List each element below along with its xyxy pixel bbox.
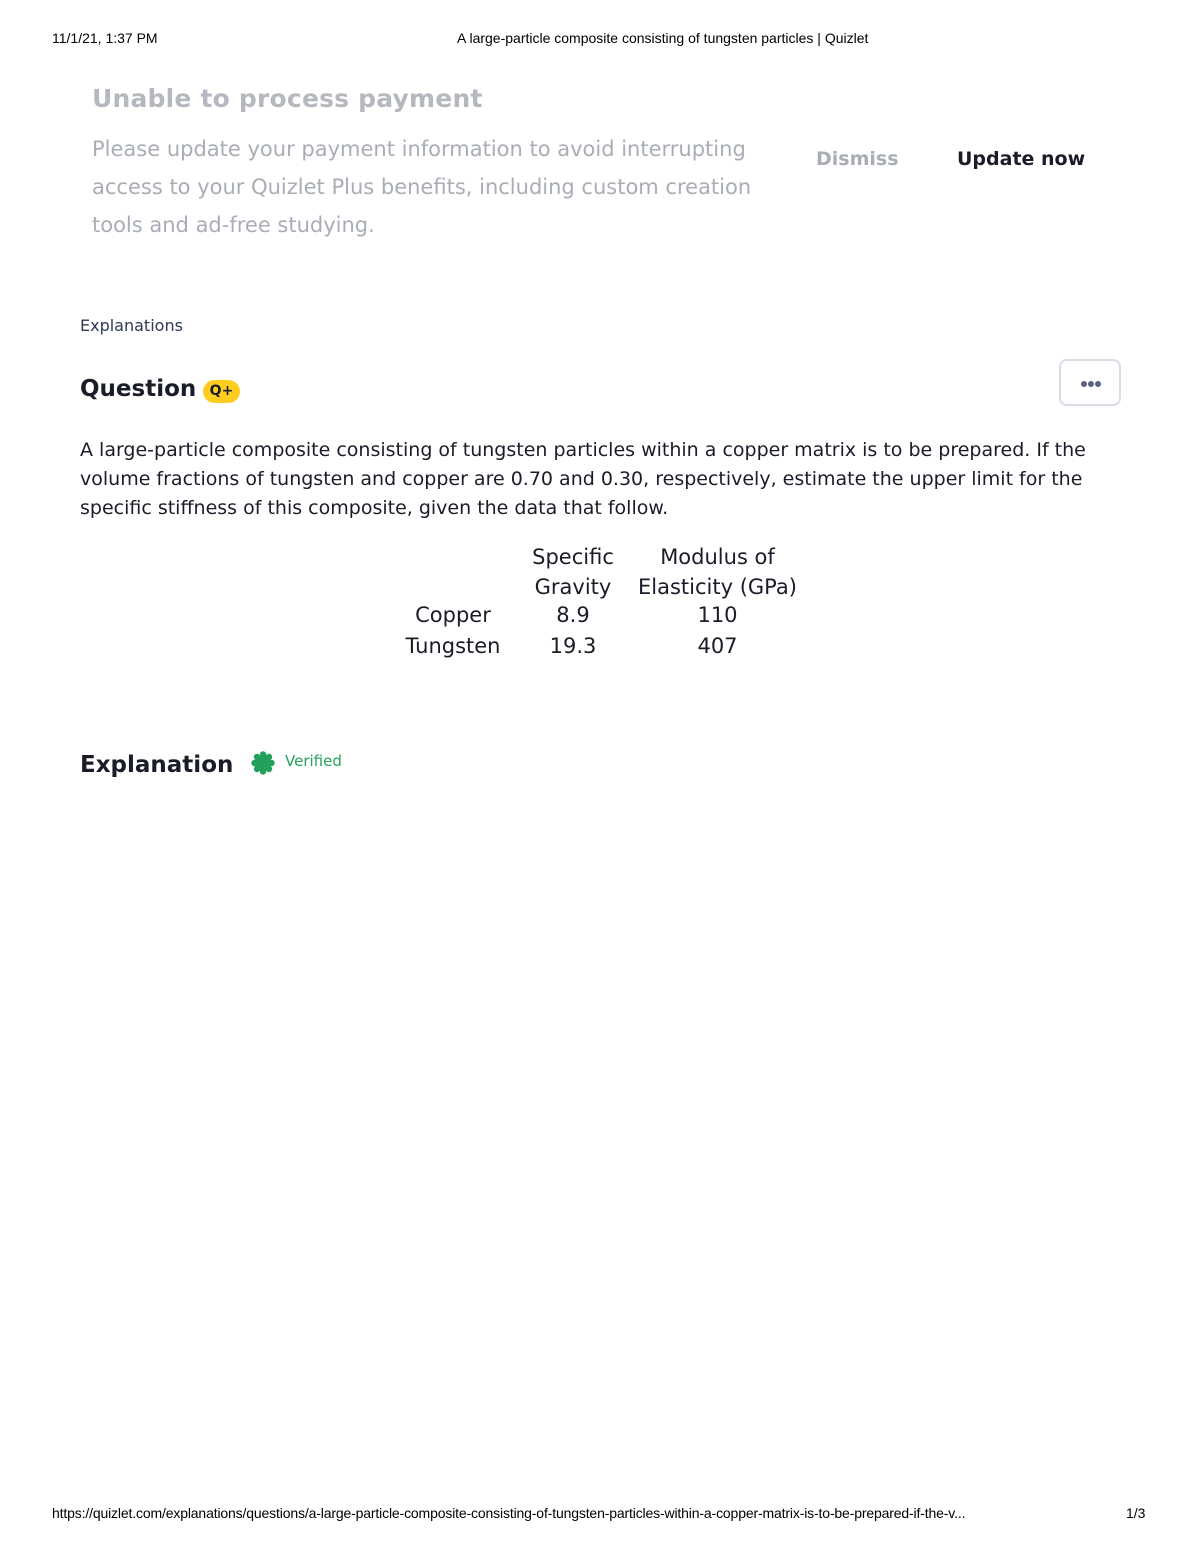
table-header-modulus-line1: Modulus of xyxy=(660,545,775,569)
dismiss-button[interactable]: Dismiss xyxy=(816,148,899,170)
print-page-title: A large-particle composite consisting of… xyxy=(457,30,869,46)
explanation-title: Explanation xyxy=(80,752,234,778)
table-header-specific-gravity-line1: Specific xyxy=(532,545,614,569)
table-cell: 407 xyxy=(697,634,738,658)
question-title: Question xyxy=(80,376,197,402)
question-text: A large-particle composite consisting of… xyxy=(80,439,1086,519)
more-options-button[interactable] xyxy=(1059,359,1121,406)
table-cell: 19.3 xyxy=(549,634,597,658)
table-row-label: Copper xyxy=(415,603,491,627)
payment-banner: Unable to process payment Please update … xyxy=(92,84,1132,254)
table-cell: 110 xyxy=(697,603,738,627)
quizlet-plus-badge: Q+ xyxy=(203,380,240,403)
table-cell: 8.9 xyxy=(556,603,590,627)
print-header: 11/1/21, 1:37 PM A large-particle compos… xyxy=(0,30,1200,50)
banner-message: Please update your payment information t… xyxy=(92,137,752,237)
table-header-specific-gravity-line2: Gravity xyxy=(534,575,612,599)
verified-label: Verified xyxy=(285,752,342,770)
update-now-button[interactable]: Update now xyxy=(957,148,1085,170)
verified-badge-icon xyxy=(251,751,275,775)
ellipsis-icon xyxy=(1081,381,1101,387)
table-row-label: Tungsten xyxy=(405,634,501,658)
print-date: 11/1/21, 1:37 PM xyxy=(52,30,158,46)
banner-heading: Unable to process payment xyxy=(92,84,483,113)
print-footer: https://quizlet.com/explanations/questio… xyxy=(0,1505,1200,1525)
table-header-modulus-line2: Elasticity (GPa) xyxy=(638,575,797,599)
print-page-number: 1/3 xyxy=(1126,1505,1146,1521)
print-url: https://quizlet.com/explanations/questio… xyxy=(52,1505,966,1521)
breadcrumb-explanations[interactable]: Explanations xyxy=(80,316,183,335)
